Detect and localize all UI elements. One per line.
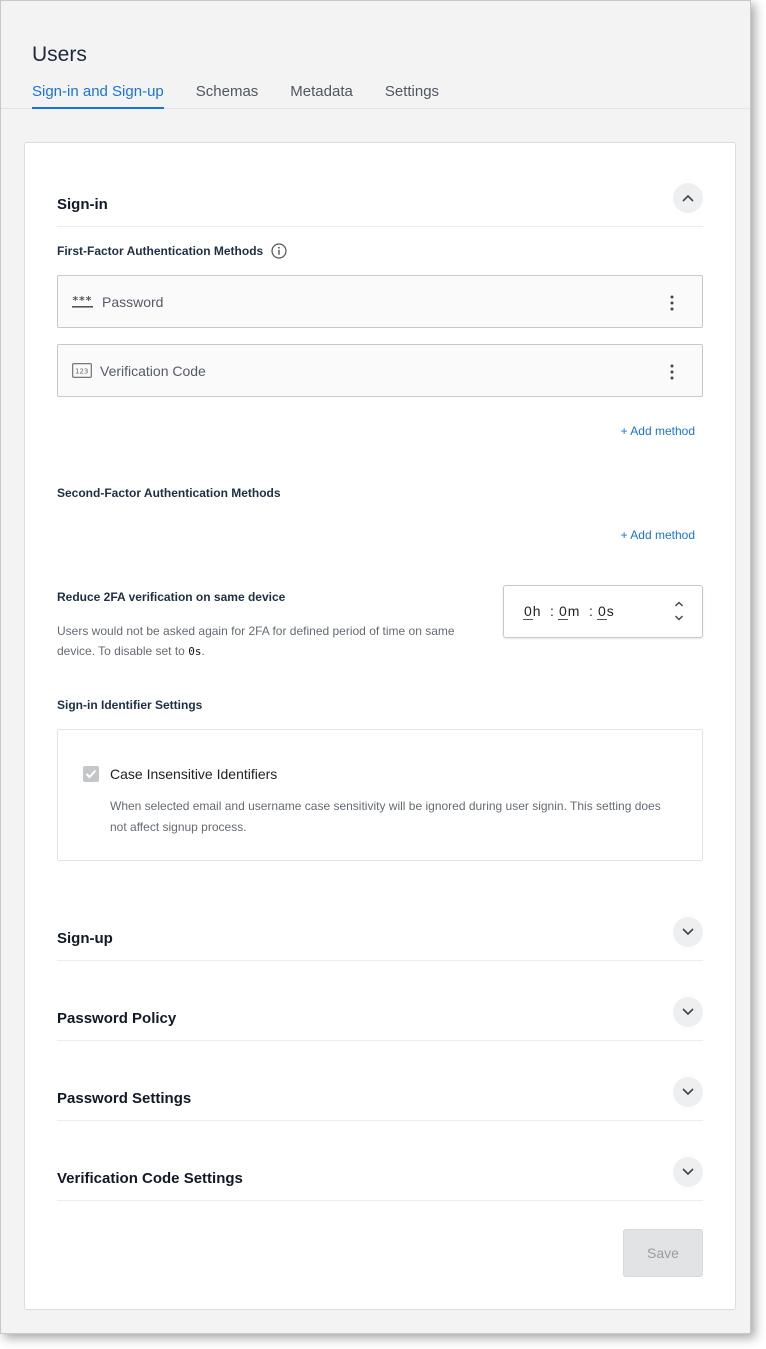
sign-up-title: Sign-up: [57, 930, 113, 947]
seconds-value[interactable]: 0: [597, 603, 607, 620]
case-insensitive-checkbox[interactable]: [83, 766, 99, 782]
sign-in-section-header[interactable]: Sign-in: [57, 183, 703, 227]
case-insensitive-description: When selected email and username case se…: [110, 799, 661, 834]
method-row-password[interactable]: *** Password: [57, 275, 703, 328]
sign-in-title: Sign-in: [57, 196, 108, 213]
svg-text:***: ***: [72, 294, 92, 307]
identifier-settings-title: Sign-in Identifier Settings: [57, 698, 203, 712]
expand-verification-code-settings-button[interactable]: [673, 1157, 703, 1187]
chevron-down-icon: [682, 1088, 694, 1096]
method-label-verification-code: Verification Code: [100, 363, 206, 379]
svg-text:123: 123: [75, 368, 88, 376]
first-factor-title: First-Factor Authentication Methods: [57, 244, 264, 258]
tab-metadata[interactable]: Metadata: [290, 83, 353, 109]
reduce-2fa-description-text: Users would not be asked again for 2FA f…: [57, 624, 455, 658]
duration-separator: :: [589, 603, 593, 619]
checkmark-icon: [85, 769, 97, 779]
tab-schemas[interactable]: Schemas: [196, 83, 259, 109]
second-factor-title: Second-Factor Authentication Methods: [57, 486, 281, 500]
hours-unit: h: [532, 603, 541, 619]
verification-code-settings-title: Verification Code Settings: [57, 1170, 243, 1187]
method-label-password: Password: [102, 294, 164, 310]
save-button[interactable]: Save: [623, 1229, 703, 1277]
users-window: Users Sign-in and Sign-up Schemas Metada…: [0, 0, 751, 1334]
add-first-factor-method-link[interactable]: + Add method: [621, 424, 695, 438]
password-policy-title: Password Policy: [57, 1010, 177, 1027]
password-icon: ***: [72, 294, 94, 315]
description-period: .: [201, 644, 205, 658]
minutes-unit: m: [567, 603, 580, 619]
case-insensitive-label[interactable]: Case Insensitive Identifiers: [110, 766, 277, 782]
password-settings-section-header[interactable]: Password Settings: [57, 1077, 703, 1121]
chevron-down-icon: [682, 928, 694, 936]
collapse-sign-in-button[interactable]: [673, 183, 703, 213]
hours-value[interactable]: 0: [523, 603, 533, 620]
expand-sign-up-button[interactable]: [673, 917, 703, 947]
password-policy-section-header[interactable]: Password Policy: [57, 997, 703, 1041]
spinner-arrows-icon[interactable]: [674, 600, 684, 622]
duration-separator: :: [550, 603, 554, 619]
disable-value-code: 0s: [188, 645, 202, 658]
chevron-down-icon: [682, 1168, 694, 1176]
tab-settings[interactable]: Settings: [385, 83, 439, 109]
reduce-2fa-title: Reduce 2FA verification on same device: [57, 590, 286, 604]
duration-input[interactable]: 0h : 0m : 0s: [503, 585, 703, 638]
expand-password-settings-button[interactable]: [673, 1077, 703, 1107]
password-settings-title: Password Settings: [57, 1090, 192, 1107]
reduce-2fa-description: Users would not be asked again for 2FA f…: [57, 621, 487, 662]
duration-seconds-field[interactable]: 0s: [597, 603, 614, 620]
numeric-123-icon: 123: [72, 363, 92, 383]
tab-sign-in-and-sign-up[interactable]: Sign-in and Sign-up: [32, 83, 164, 109]
add-second-factor-method-link[interactable]: + Add method: [621, 528, 695, 542]
seconds-unit: s: [606, 603, 614, 619]
page-header: Users Sign-in and Sign-up Schemas Metada…: [1, 1, 750, 109]
page-title: Users: [32, 43, 87, 66]
kebab-menu-icon[interactable]: [666, 360, 678, 384]
identifier-settings-box: Case Insensitive Identifiers When select…: [57, 729, 703, 861]
tab-bar: Sign-in and Sign-up Schemas Metadata Set…: [32, 83, 471, 109]
duration-hours-field[interactable]: 0h: [523, 603, 541, 620]
info-icon[interactable]: [271, 243, 287, 259]
first-factor-heading: First-Factor Authentication Methods: [57, 243, 287, 259]
duration-minutes-field[interactable]: 0m: [558, 603, 579, 620]
expand-password-policy-button[interactable]: [673, 997, 703, 1027]
sign-up-section-header[interactable]: Sign-up: [57, 917, 703, 961]
settings-card: Sign-in First-Factor Authentication Meth…: [24, 142, 736, 1310]
minutes-value[interactable]: 0: [558, 603, 568, 620]
method-row-verification-code[interactable]: 123 Verification Code: [57, 344, 703, 397]
kebab-menu-icon[interactable]: [666, 291, 678, 315]
verification-code-settings-section-header[interactable]: Verification Code Settings: [57, 1157, 703, 1201]
chevron-down-icon: [682, 1008, 694, 1016]
chevron-up-icon: [682, 194, 694, 202]
